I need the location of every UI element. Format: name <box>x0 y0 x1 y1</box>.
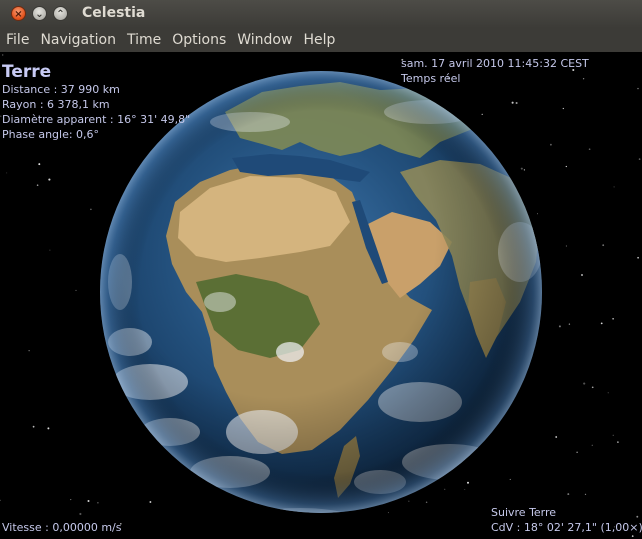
star <box>75 289 77 291</box>
star <box>637 256 639 259</box>
star <box>631 535 634 537</box>
follow-mode-readout: Suivre Terre <box>491 506 557 519</box>
star <box>565 245 567 247</box>
star <box>481 113 483 116</box>
star <box>2 54 4 56</box>
datetime-readout: sam. 17 avril 2010 11:45:32 CEST <box>401 57 589 70</box>
render-viewport[interactable]: Terre Distance : 37 990 km Rayon : 6 378… <box>0 52 642 539</box>
star <box>565 165 567 168</box>
apparent-diameter-readout: Diamètre apparent : 16° 31' 49,8" <box>2 113 191 126</box>
star <box>48 178 51 181</box>
star <box>6 172 8 174</box>
star <box>47 427 50 430</box>
star <box>387 512 389 514</box>
time-info: sam. 17 avril 2010 11:45:32 CEST Temps r… <box>401 56 589 86</box>
phase-angle-readout: Phase angle: 0,6° <box>2 128 100 141</box>
star <box>97 501 99 504</box>
star <box>38 163 41 166</box>
star <box>617 441 619 443</box>
menu-bar: File Navigation Time Options Window Help <box>0 28 642 52</box>
star <box>79 512 82 516</box>
close-icon[interactable]: × <box>11 6 26 21</box>
star <box>550 143 552 146</box>
star <box>588 148 591 151</box>
star <box>612 434 614 436</box>
star <box>562 107 564 110</box>
star <box>515 101 518 105</box>
star <box>637 87 639 90</box>
star <box>511 101 514 104</box>
star <box>0 499 1 501</box>
time-mode-readout: Temps réel <box>401 72 461 85</box>
star <box>558 325 561 328</box>
star <box>583 382 586 385</box>
star <box>602 244 605 247</box>
menu-window[interactable]: Window <box>231 28 297 52</box>
star <box>584 493 587 496</box>
star <box>607 392 609 394</box>
star <box>555 436 558 438</box>
menu-time[interactable]: Time <box>121 28 166 52</box>
star <box>464 488 466 490</box>
camera-info: Suivre Terre CdV : 18° 02' 27,1" (1,00×) <box>491 505 642 535</box>
star <box>568 323 571 325</box>
star <box>149 501 152 503</box>
star <box>49 249 51 251</box>
minimize-icon[interactable]: ⌄ <box>32 6 47 21</box>
star <box>70 499 72 501</box>
star <box>36 184 39 186</box>
star <box>467 481 469 484</box>
celestia-window: × ⌄ ⌃ Celestia File Navigation Time Opti… <box>0 0 642 539</box>
maximize-icon[interactable]: ⌃ <box>53 6 68 21</box>
distance-readout: Distance : 37 990 km <box>2 83 120 96</box>
star <box>638 158 641 160</box>
speed-readout: Vitesse : 0,00000 m/s <box>2 521 122 534</box>
star <box>600 322 603 325</box>
star <box>425 501 428 503</box>
star <box>536 213 539 215</box>
field-of-view-readout: CdV : 18° 02' 27,1" (1,00×) <box>491 521 642 534</box>
star <box>87 499 90 503</box>
star <box>90 208 92 211</box>
selected-object-info: Distance : 37 990 km Rayon : 6 378,1 km … <box>2 82 190 142</box>
window-title: Celestia <box>82 5 146 21</box>
star <box>28 350 30 352</box>
star <box>567 493 570 496</box>
star <box>581 274 583 276</box>
star <box>591 386 594 389</box>
selected-object-name: Terre <box>2 62 52 82</box>
menu-options[interactable]: Options <box>166 28 231 52</box>
menu-help[interactable]: Help <box>297 28 340 52</box>
radius-readout: Rayon : 6 378,1 km <box>2 98 110 111</box>
star <box>32 425 35 428</box>
menu-navigation[interactable]: Navigation <box>34 28 121 52</box>
star <box>523 169 526 171</box>
star <box>520 167 523 170</box>
star <box>613 186 615 188</box>
star <box>408 500 410 502</box>
menu-file[interactable]: File <box>0 28 34 52</box>
star <box>612 317 614 320</box>
star <box>444 488 446 490</box>
title-bar[interactable]: × ⌄ ⌃ Celestia <box>0 0 642 28</box>
star <box>509 478 511 480</box>
star <box>576 451 578 453</box>
star <box>591 444 593 446</box>
